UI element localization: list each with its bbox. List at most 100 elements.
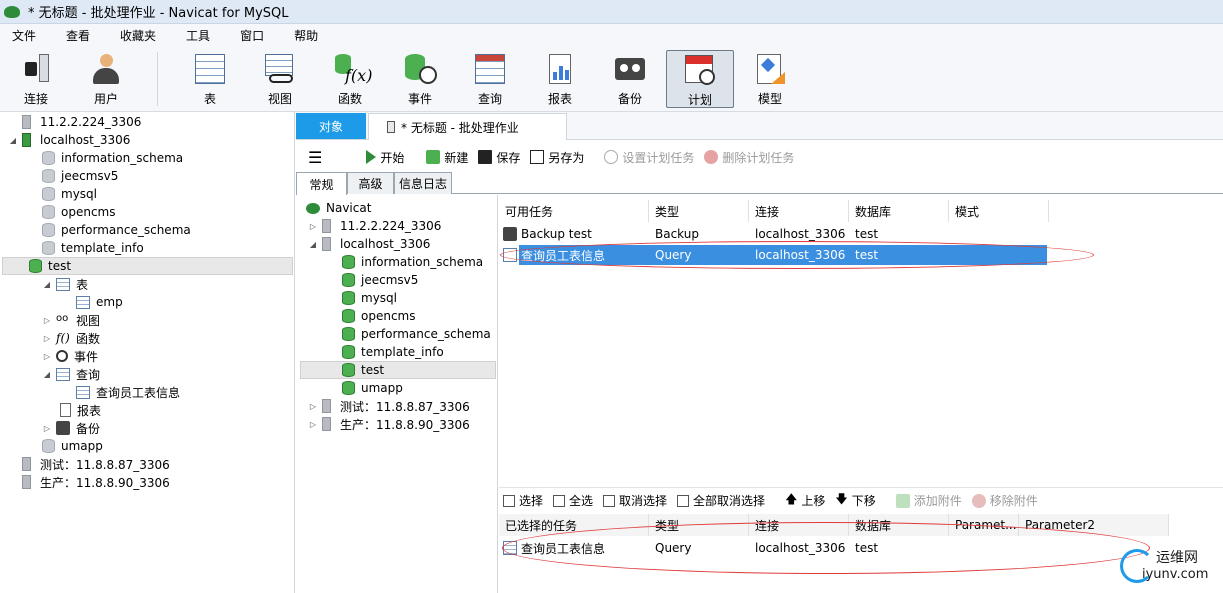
column-header-type[interactable]: 类型 <box>649 200 749 222</box>
collapsed-arrow-icon[interactable]: ▷ <box>42 316 52 325</box>
tab-message-log[interactable]: 信息日志 <box>394 172 452 194</box>
server-icon <box>22 457 31 471</box>
database-icon <box>42 187 55 201</box>
server-icon <box>22 475 31 489</box>
menu-window[interactable]: 窗口 <box>228 27 276 44</box>
navicat-logo-icon <box>4 5 20 18</box>
add-attachment-button[interactable]: 添加附件 <box>895 492 962 509</box>
menu-file[interactable]: 文件 <box>0 27 48 44</box>
column-header-available-task[interactable]: 可用任务 <box>499 200 649 222</box>
tree-item-database[interactable]: mysql <box>342 289 397 307</box>
tree-item-connection[interactable]: ◢ localhost_3306 <box>308 235 430 253</box>
tree-item-database[interactable]: opencms <box>342 307 416 325</box>
tab-batch-job[interactable]: * 无标题 - 批处理作业 <box>368 113 567 140</box>
tree-item-database[interactable]: umapp <box>342 379 403 397</box>
tree-item-database[interactable]: information_schema <box>342 253 483 271</box>
connect-button[interactable]: 连接 <box>2 50 70 108</box>
set-schedule-button[interactable]: 设置计划任务 <box>604 149 694 166</box>
tab-object[interactable]: 对象 <box>296 113 366 139</box>
tree-item-database[interactable]: performance_schema <box>42 221 191 239</box>
menu-tools[interactable]: 工具 <box>174 27 222 44</box>
select-button[interactable]: 选择 <box>503 492 543 509</box>
red-annotation-oval <box>502 522 1150 574</box>
tree-item-connection[interactable]: 11.2.2.224_3306 <box>22 113 141 131</box>
deselect-button[interactable]: 取消选择 <box>603 492 667 509</box>
collapsed-arrow-icon[interactable]: ▷ <box>308 222 318 231</box>
expanded-arrow-icon[interactable]: ◢ <box>42 280 52 289</box>
tree-item-database[interactable]: template_info <box>42 239 144 257</box>
tree-item-database[interactable]: jeecmsv5 <box>42 167 118 185</box>
backup-button[interactable]: 备份 <box>596 50 664 108</box>
collapsed-arrow-icon[interactable]: ▷ <box>42 352 52 361</box>
schedule-button[interactable]: 计划 <box>666 50 734 108</box>
tree-item-connection[interactable]: ▷ 生产：11.8.8.90_3306 <box>308 415 470 433</box>
tree-item-folder[interactable]: ◢ 表 <box>42 275 88 293</box>
tree-item-database[interactable]: template_info <box>342 343 444 361</box>
tree-item-query[interactable]: 查询员工表信息 <box>76 383 180 401</box>
move-down-button[interactable]: 🡇 下移 <box>835 490 875 511</box>
table-button[interactable]: 表 <box>176 50 244 108</box>
tree-item-folder[interactable]: ▷ 事件 <box>42 347 98 365</box>
user-button[interactable]: 用户 <box>72 50 140 108</box>
deselect-all-button[interactable]: 全部取消选择 <box>677 492 765 509</box>
tree-item-connection[interactable]: ◢ localhost_3306 <box>8 131 130 149</box>
watermark-logo: 运维网 iyunv.com <box>1116 545 1220 589</box>
save-as-button[interactable]: 另存为 <box>530 149 584 166</box>
tree-item-folder[interactable]: ▷ 备份 <box>42 419 100 437</box>
server-icon <box>22 133 31 147</box>
tree-item-database[interactable]: information_schema <box>42 149 183 167</box>
collapsed-arrow-icon[interactable]: ▷ <box>42 424 52 433</box>
tree-item-database[interactable]: jeecmsv5 <box>342 271 418 289</box>
event-button[interactable]: 事件 <box>386 50 454 108</box>
query-button[interactable]: 查询 <box>456 50 524 108</box>
collapsed-arrow-icon[interactable]: ▷ <box>308 420 318 429</box>
tree-item-connection[interactable]: 生产：11.8.8.90_3306 <box>22 473 170 491</box>
glasses-icon <box>263 52 297 86</box>
column-header-connection[interactable]: 连接 <box>749 200 849 222</box>
column-header-schema[interactable]: 模式 <box>949 200 1049 222</box>
arrow-down-icon: 🡇 <box>835 492 848 506</box>
tab-general[interactable]: 常规 <box>296 172 347 195</box>
report-button[interactable]: 报表 <box>526 50 594 108</box>
tree-item-folder[interactable]: ▷ f() 函数 <box>42 329 100 347</box>
tree-item-navicat[interactable]: Navicat <box>306 199 371 217</box>
start-button[interactable]: 开始 <box>366 149 404 166</box>
tree-item-folder[interactable]: ◢ 查询 <box>42 365 100 383</box>
connection-tree: 11.2.2.224_3306 ◢ localhost_3306 informat… <box>0 112 295 593</box>
new-button[interactable]: 新建 <box>426 149 468 166</box>
tree-item-connection[interactable]: 测试：11.8.8.87_3306 <box>22 455 170 473</box>
save-button[interactable]: 保存 <box>478 149 520 166</box>
expanded-arrow-icon[interactable]: ◢ <box>308 240 318 249</box>
function-button[interactable]: f(x) 函数 <box>316 50 384 108</box>
menu-view[interactable]: 查看 <box>54 27 102 44</box>
menu-help[interactable]: 帮助 <box>282 27 330 44</box>
select-all-button[interactable]: 全选 <box>553 492 593 509</box>
hamburger-menu-button[interactable]: ☰ <box>308 148 322 167</box>
tab-advanced[interactable]: 高级 <box>347 172 394 194</box>
tree-item-connection[interactable]: ▷ 测试：11.8.8.87_3306 <box>308 397 470 415</box>
tree-item-database-selected[interactable]: test <box>300 361 496 379</box>
view-button[interactable]: 视图 <box>246 50 314 108</box>
server-icon <box>322 219 331 233</box>
menu-favorites[interactable]: 收藏夹 <box>108 27 168 44</box>
tree-item-database[interactable]: umapp <box>42 437 103 455</box>
expanded-arrow-icon[interactable]: ◢ <box>8 136 18 145</box>
tree-item-database[interactable]: opencms <box>42 203 116 221</box>
tree-item-database[interactable]: performance_schema <box>342 325 491 343</box>
tree-item-folder[interactable]: 报表 <box>60 401 101 419</box>
database-icon <box>342 309 355 323</box>
collapsed-arrow-icon[interactable]: ▷ <box>308 402 318 411</box>
tree-item-folder[interactable]: ▷ oo 视图 <box>42 311 100 329</box>
tree-item-database-selected[interactable]: test <box>2 257 293 275</box>
remove-attachment-button[interactable]: 移除附件 <box>971 492 1038 509</box>
move-up-button[interactable]: 🡅 上移 <box>785 490 825 511</box>
model-button[interactable]: 模型 <box>736 50 804 108</box>
tree-item-connection[interactable]: ▷ 11.2.2.224_3306 <box>308 217 441 235</box>
database-icon <box>342 363 355 377</box>
expanded-arrow-icon[interactable]: ◢ <box>42 370 52 379</box>
delete-schedule-button[interactable]: 删除计划任务 <box>704 149 794 166</box>
tree-item-database[interactable]: mysql <box>42 185 97 203</box>
tree-item-table[interactable]: emp <box>76 293 123 311</box>
collapsed-arrow-icon[interactable]: ▷ <box>42 334 52 343</box>
column-header-database[interactable]: 数据库 <box>849 200 949 222</box>
